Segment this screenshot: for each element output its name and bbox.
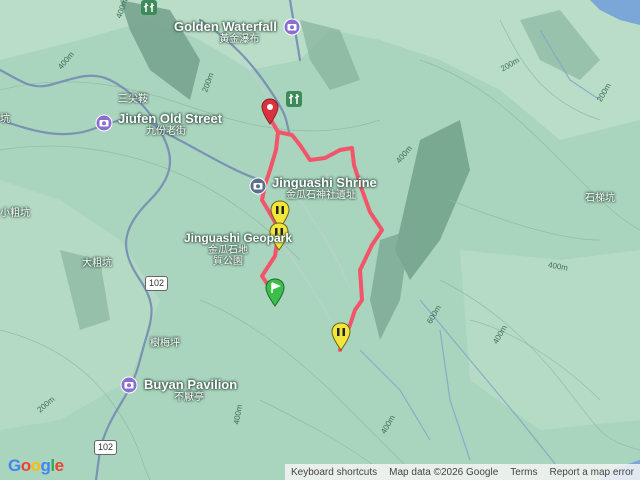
place-label: 大粗坑 xyxy=(82,258,112,269)
poi-title: Jiufen Old Street xyxy=(118,111,223,126)
map-canvas[interactable]: Golden Waterfall 黃金瀑布 Jiufen Old Street … xyxy=(0,0,640,480)
poi-subtitle: 不厭亭 xyxy=(174,392,204,404)
poi-subtitle: 金瓜石神社遺址 xyxy=(286,190,356,202)
camera-icon[interactable] xyxy=(283,18,301,36)
camera-icon[interactable] xyxy=(120,376,138,394)
road-shield: 102 xyxy=(145,276,169,291)
poi-buyan-pavilion[interactable]: Buyan Pavilion 不厭亭 xyxy=(144,377,238,404)
poi-title: Jinguashi Shrine xyxy=(272,175,377,190)
park-icon[interactable] xyxy=(140,0,158,16)
poi-title: Golden Waterfall xyxy=(174,19,277,34)
poi-subtitle: 金瓜石地質公園 xyxy=(208,245,248,268)
report-error-link[interactable]: Report a map error xyxy=(544,467,640,478)
poi-title: Buyan Pavilion xyxy=(144,377,238,392)
park-icon[interactable] xyxy=(285,90,303,108)
poi-golden-waterfall[interactable]: Golden Waterfall 黃金瀑布 xyxy=(174,19,277,46)
poi-jinguashi-shrine[interactable]: Jinguashi Shrine 金瓜石神社遺址 xyxy=(272,175,377,202)
place-label: 三尖鞍 xyxy=(118,94,148,105)
poi-title: Jinguashi Geopark xyxy=(184,231,293,245)
poi-jinguashi-geopark[interactable]: Jinguashi Geopark 金瓜石地質公園 xyxy=(184,231,293,268)
map-pin-icon[interactable] xyxy=(260,98,280,126)
waypoint-pause-icon[interactable] xyxy=(330,322,352,352)
poi-jiufen-old-street[interactable]: Jiufen Old Street 九份老街 xyxy=(118,111,223,138)
google-logo[interactable]: Google xyxy=(8,456,64,476)
place-label: 石梯坑 xyxy=(585,193,615,204)
attribution-bar: Keyboard shortcuts Map data ©2026 Google… xyxy=(284,464,640,480)
poi-subtitle: 黃金瀑布 xyxy=(219,34,260,46)
keyboard-shortcuts-link[interactable]: Keyboard shortcuts xyxy=(285,467,383,478)
start-flag-icon[interactable] xyxy=(264,278,286,308)
terms-link[interactable]: Terms xyxy=(504,467,543,478)
place-label: 坑 xyxy=(0,114,10,125)
poi-subtitle: 九份老街 xyxy=(146,126,186,138)
place-label: 小粗坑 xyxy=(0,208,30,219)
camera-icon[interactable] xyxy=(249,177,267,195)
camera-icon[interactable] xyxy=(95,114,113,132)
trail-track xyxy=(260,116,384,352)
road-shield: 102 xyxy=(94,440,118,455)
place-label: 樹梅坪 xyxy=(150,338,180,349)
map-data-label: Map data ©2026 Google xyxy=(389,466,499,478)
